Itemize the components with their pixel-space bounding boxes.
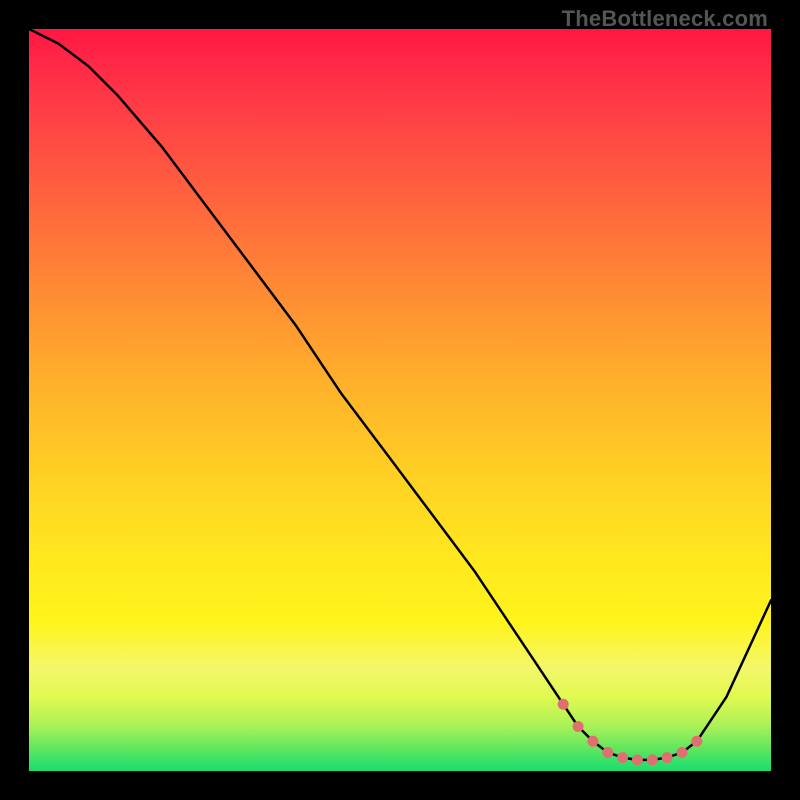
curve-dot	[602, 747, 613, 758]
curve-dot	[677, 747, 688, 758]
bottleneck-curve	[29, 29, 771, 760]
curve-path	[29, 29, 771, 760]
curve-dot	[691, 736, 702, 747]
curve-dot	[647, 754, 658, 765]
curve-dot	[573, 721, 584, 732]
curve-dot	[662, 752, 673, 763]
curve-dot	[617, 752, 628, 763]
curve-dot	[558, 699, 569, 710]
chart-svg	[29, 29, 771, 771]
chart-frame: TheBottleneck.com	[0, 0, 800, 800]
plot-area	[29, 29, 771, 771]
curve-dot	[587, 736, 598, 747]
curve-dots	[558, 699, 703, 766]
curve-dot	[632, 754, 643, 765]
